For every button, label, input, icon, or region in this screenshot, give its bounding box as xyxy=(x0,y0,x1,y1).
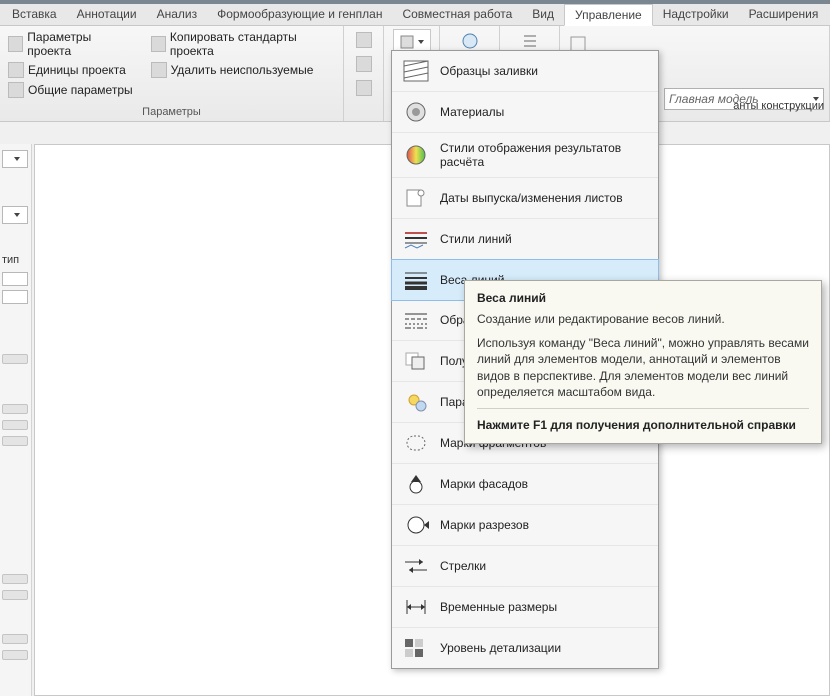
tab-collaborate[interactable]: Совместная работа xyxy=(392,4,522,25)
shared-parameters-icon xyxy=(8,82,24,98)
sidebar-splitter-1[interactable] xyxy=(2,354,28,364)
menu-fill-patterns[interactable]: Образцы заливки xyxy=(392,51,658,92)
label: Общие параметры xyxy=(28,83,133,97)
shared-parameters-button[interactable]: Общие параметры xyxy=(6,81,135,99)
halftone-icon xyxy=(402,349,430,373)
tooltip-title: Веса линий xyxy=(477,291,809,305)
project-parameters-button[interactable]: Параметры проекта xyxy=(6,29,135,59)
sidebar-dropdown-1[interactable] xyxy=(2,150,28,168)
callout-tags-icon xyxy=(402,431,430,455)
project-parameters-icon xyxy=(8,36,23,52)
ribbon-small-btn-2[interactable] xyxy=(350,53,378,75)
project-units-button[interactable]: Единицы проекта xyxy=(6,61,135,79)
line-styles-icon xyxy=(402,227,430,251)
tab-view[interactable]: Вид xyxy=(522,4,564,25)
menu-label: Марки фасадов xyxy=(440,477,528,491)
label: Параметры проекта xyxy=(27,30,132,58)
menu-sheet-dates[interactable]: Даты выпуска/изменения листов xyxy=(392,178,658,219)
list-icon xyxy=(521,32,539,50)
menu-label: Стили отображения результатов расчёта xyxy=(440,141,648,169)
ribbon-group-label-parameters: Параметры xyxy=(6,104,337,118)
sidebar-dropdown-2[interactable] xyxy=(2,206,28,224)
sidebar-splitter-7[interactable] xyxy=(2,634,28,644)
tab-extensions[interactable]: Расширения xyxy=(739,4,829,25)
globe-icon xyxy=(461,32,479,50)
menu-label: Уровень детализации xyxy=(440,641,561,655)
sidebar-cell-2[interactable] xyxy=(2,290,28,304)
tooltip-line1: Создание или редактирование весов линий. xyxy=(477,311,809,327)
tooltip-line-weights: Веса линий Создание или редактирование в… xyxy=(464,280,822,444)
sheet-dates-icon xyxy=(402,186,430,210)
menu-label: Стили линий xyxy=(440,232,512,246)
sun-icon xyxy=(402,390,430,414)
properties-palette-collapsed: тип xyxy=(0,144,32,696)
menu-section-tags[interactable]: Марки разрезов xyxy=(392,505,658,546)
transfer-standards-icon xyxy=(151,36,166,52)
menu-label: Стрелки xyxy=(440,559,486,573)
menu-line-styles[interactable]: Стили линий xyxy=(392,219,658,260)
tab-insert[interactable]: Вставка xyxy=(2,4,67,25)
sidebar-splitter-4[interactable] xyxy=(2,436,28,446)
detail-level-icon xyxy=(402,636,430,660)
purge-unused-icon xyxy=(151,62,167,78)
arrowheads-icon xyxy=(402,554,430,578)
label: Копировать стандарты проекта xyxy=(170,30,335,58)
sidebar-splitter-2[interactable] xyxy=(2,404,28,414)
line-patterns-icon xyxy=(402,308,430,332)
menu-label: Даты выпуска/изменения листов xyxy=(440,191,623,205)
generic-icon xyxy=(356,32,372,48)
menu-label: Марки разрезов xyxy=(440,518,529,532)
design-options-label-partial: анты конструкции xyxy=(733,100,824,112)
ribbon-tabstrip: Вставка Аннотации Анализ Формообразующие… xyxy=(0,4,830,26)
ribbon-small-btn-1[interactable] xyxy=(350,29,378,51)
menu-detail-level[interactable]: Уровень детализации xyxy=(392,628,658,668)
label: Удалить неиспользуемые xyxy=(171,63,314,77)
menu-label: Временные размеры xyxy=(440,600,557,614)
purge-unused-button[interactable]: Удалить неиспользуемые xyxy=(149,61,337,79)
tab-analyze[interactable]: Анализ xyxy=(147,4,208,25)
menu-temp-dimensions[interactable]: Временные размеры xyxy=(392,587,658,628)
tooltip-help: Нажмите F1 для получения дополнительной … xyxy=(477,417,809,433)
menu-label: Образцы заливки xyxy=(440,64,538,78)
menu-materials[interactable]: Материалы xyxy=(392,92,658,133)
materials-icon xyxy=(402,100,430,124)
tooltip-separator xyxy=(477,408,809,409)
menu-arrowheads[interactable]: Стрелки xyxy=(392,546,658,587)
chevron-down-icon xyxy=(418,40,424,44)
tab-massing[interactable]: Формообразующие и генплан xyxy=(207,4,392,25)
temp-dims-icon xyxy=(402,595,430,619)
generic-icon xyxy=(356,80,372,96)
hatch-icon xyxy=(402,59,430,83)
transfer-standards-button[interactable]: Копировать стандарты проекта xyxy=(149,29,337,59)
sidebar-cell-1[interactable] xyxy=(2,272,28,286)
elevation-tags-icon xyxy=(402,472,430,496)
sidebar-splitter-3[interactable] xyxy=(2,420,28,430)
tab-manage[interactable]: Управление xyxy=(564,4,653,26)
section-tags-icon xyxy=(402,513,430,537)
sidebar-splitter-6[interactable] xyxy=(2,590,28,600)
generic-icon xyxy=(356,56,372,72)
menu-elevation-tags[interactable]: Марки фасадов xyxy=(392,464,658,505)
project-units-icon xyxy=(8,62,24,78)
analysis-display-icon xyxy=(402,143,430,167)
chevron-down-icon xyxy=(14,157,20,161)
chevron-down-icon xyxy=(14,213,20,217)
sidebar-splitter-8[interactable] xyxy=(2,650,28,660)
line-weights-icon xyxy=(402,268,430,292)
label: Единицы проекта xyxy=(28,63,126,77)
sidebar-splitter-5[interactable] xyxy=(2,574,28,584)
tab-annotate[interactable]: Аннотации xyxy=(67,4,147,25)
menu-label: Материалы xyxy=(440,105,504,119)
ribbon-small-btn-3[interactable] xyxy=(350,77,378,99)
menu-analysis-display[interactable]: Стили отображения результатов расчёта xyxy=(392,133,658,178)
tooltip-line2: Используя команду "Веса линий", можно уп… xyxy=(477,335,809,400)
settings-wrench-icon xyxy=(399,34,415,50)
sidebar-label-tip: тип xyxy=(2,254,19,266)
tab-addins[interactable]: Надстройки xyxy=(653,4,739,25)
